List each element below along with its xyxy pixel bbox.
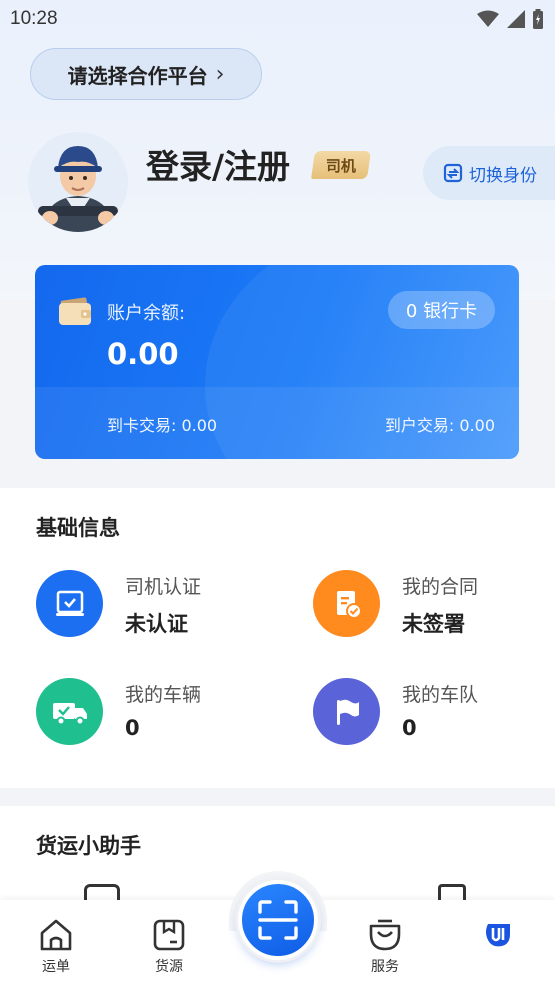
tab-service-label: 服务	[371, 959, 399, 975]
fleet-value: 0	[402, 716, 417, 740]
login-register-link[interactable]: 登录/注册	[146, 140, 290, 188]
tab-service[interactable]: 服务	[345, 918, 425, 976]
driver-cert-item[interactable]: 司机认证 未认证	[36, 570, 276, 640]
home-icon	[40, 919, 72, 951]
contract-icon	[313, 570, 380, 637]
status-bar: 10:28	[0, 0, 555, 38]
role-badge: 司机	[311, 151, 371, 179]
contract-value: 未签署	[402, 612, 465, 636]
role-badge-label: 司机	[325, 156, 356, 175]
fleet-item[interactable]: 我的车队 0	[313, 678, 553, 748]
account-trade-text: 到户交易: 0.00	[384, 416, 495, 435]
vehicle-value: 0	[125, 716, 140, 740]
driver-cert-icon	[36, 570, 103, 637]
avatar[interactable]	[28, 132, 128, 232]
basic-info-section: 基础信息 司机认证 未认证 我的合同 未签署 我的车辆 0 我的车队 0	[0, 488, 555, 788]
switch-icon	[443, 163, 463, 183]
signal-icon	[507, 10, 525, 28]
tab-cargo-label: 货源	[155, 959, 183, 975]
balance-label: 账户余额:	[107, 303, 186, 324]
balance-value: 0.00	[107, 337, 179, 371]
helper-title: 货运小助手	[36, 834, 141, 858]
driver-cert-value: 未认证	[125, 612, 188, 636]
driver-cert-label: 司机认证	[125, 576, 202, 598]
profile-logo-icon	[486, 924, 510, 947]
wallet-icon	[59, 297, 91, 325]
platform-select-button[interactable]: 请选择合作平台 ›	[30, 48, 262, 100]
contract-label: 我的合同	[402, 576, 479, 598]
tab-cargo[interactable]: 货源	[129, 918, 209, 976]
card-trade-text: 到卡交易: 0.00	[107, 416, 218, 435]
driver-avatar-icon	[28, 132, 128, 232]
fleet-label: 我的车队	[402, 684, 479, 706]
vehicle-item[interactable]: 我的车辆 0	[36, 678, 276, 748]
switch-identity-button[interactable]: 切换身份	[423, 146, 555, 200]
balance-card[interactable]: 账户余额: 0.00 0 银行卡 到卡交易: 0.00 到户交易: 0.00	[35, 265, 519, 459]
bank-card-label: 0 银行卡	[405, 301, 478, 322]
truck-icon	[36, 678, 103, 745]
service-bag-icon	[369, 919, 401, 951]
flag-icon	[313, 678, 380, 745]
battery-icon	[533, 9, 543, 29]
vehicle-label: 我的车辆	[125, 684, 202, 706]
chevron-right-icon: ›	[215, 61, 225, 87]
tab-waybill[interactable]: 运单	[16, 918, 96, 976]
wifi-icon	[477, 10, 499, 27]
scan-button[interactable]	[238, 880, 318, 960]
basic-info-title: 基础信息	[36, 516, 120, 540]
box-icon	[153, 919, 185, 951]
status-time: 10:28	[10, 8, 58, 29]
tab-waybill-label: 运单	[42, 959, 70, 975]
contract-item[interactable]: 我的合同 未签署	[313, 570, 553, 640]
platform-select-label: 请选择合作平台	[67, 63, 208, 88]
status-icons	[477, 9, 543, 29]
scan-icon	[258, 900, 298, 940]
bank-card-button[interactable]: 0 银行卡	[388, 291, 495, 329]
switch-identity-label: 切换身份	[469, 165, 537, 186]
tab-profile[interactable]	[458, 918, 538, 952]
